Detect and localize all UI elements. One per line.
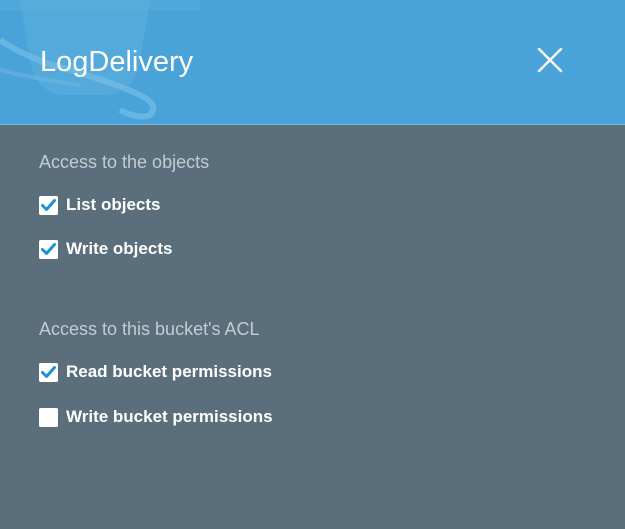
option-write-bucket-permissions[interactable]: Write bucket permissions [39,407,273,427]
dialog-header: LogDelivery [0,0,625,125]
dialog-title: LogDelivery [40,46,194,78]
option-label: Read bucket permissions [66,362,272,381]
option-label: Write objects [66,239,173,258]
section-heading-objects: Access to the objects [39,152,210,172]
option-list-objects[interactable]: List objects [39,195,160,215]
section-heading-acl: Access to this bucket's ACL [39,319,260,339]
checkmark-icon [39,239,58,259]
checkbox-write-objects[interactable] [39,239,58,259]
permissions-dialog: LogDelivery Access to the objects List o… [0,0,625,529]
empty-checkbox-icon [39,407,58,427]
option-write-objects[interactable]: Write objects [39,239,172,259]
checkmark-icon [39,362,58,382]
option-read-bucket-permissions[interactable]: Read bucket permissions [39,362,272,382]
close-button[interactable] [536,46,564,74]
option-label: Write bucket permissions [66,407,273,426]
checkbox-read-bucket-permissions[interactable] [39,362,58,382]
checkmark-icon [39,195,58,215]
close-icon [537,47,563,73]
option-label: List objects [66,195,161,214]
checkbox-write-bucket-permissions[interactable] [39,407,58,427]
checkbox-list-objects[interactable] [39,195,58,215]
